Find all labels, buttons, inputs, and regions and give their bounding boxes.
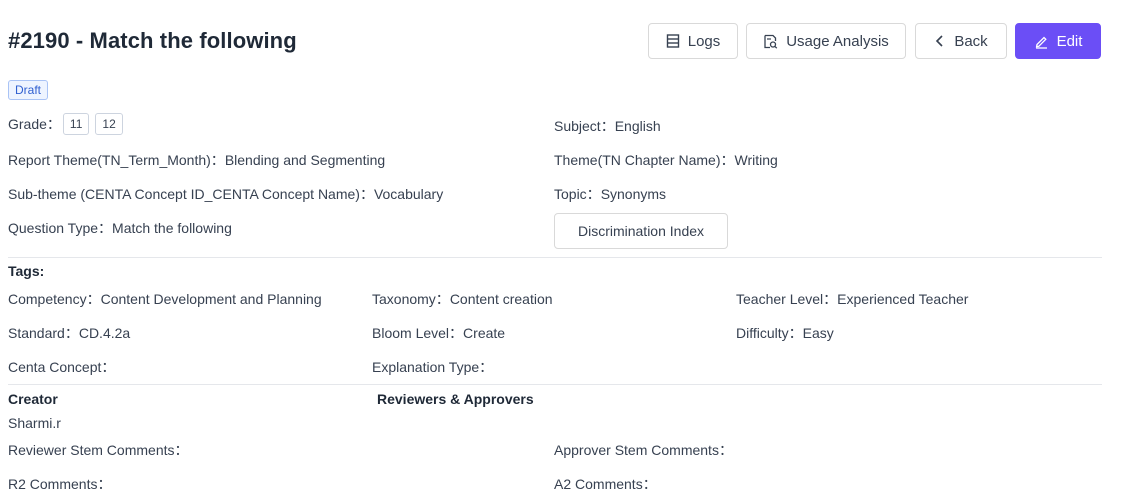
approver-stem-comments-label: Approver Stem Comments： [554, 442, 733, 458]
edit-pen-icon [1035, 36, 1047, 49]
grade-row: Grade： 11 12 [8, 113, 123, 135]
taxonomy-label: Taxonomy： [372, 291, 450, 307]
teacher-level-row: Teacher Level：Experienced Teacher [736, 289, 968, 309]
subject-label: Subject： [554, 118, 615, 134]
report-theme-value: Blending and Segmenting [224, 152, 386, 168]
report-theme-row: Report Theme(TN_Term_Month)：Blending and… [8, 150, 385, 170]
theme-label: Theme(TN Chapter Name)： [554, 152, 735, 168]
chevron-left-icon [936, 35, 943, 47]
subtheme-label: Sub-theme (CENTA Concept ID_CENTA Concep… [8, 186, 374, 202]
question-type-label: Question Type： [8, 220, 113, 236]
centa-concept-label: Centa Concept： [8, 359, 116, 375]
divider [8, 257, 1102, 258]
difficulty-label: Difficulty： [736, 325, 803, 341]
teacher-level-label: Teacher Level： [736, 291, 838, 307]
logs-icon [666, 34, 679, 48]
topic-row: Topic：Synonyms [554, 184, 666, 204]
divider [8, 384, 1102, 385]
bloom-level-value: Create [463, 325, 506, 341]
creator-heading: Creator [8, 391, 58, 407]
usage-analysis-label: Usage Analysis [786, 32, 889, 50]
r2-comments-label: R2 Comments： [8, 476, 112, 489]
discrimination-index-button[interactable]: Discrimination Index [554, 213, 728, 249]
creator-name: Sharmi.r [8, 415, 61, 431]
explanation-type-label: Explanation Type： [372, 359, 494, 375]
grade-chip: 11 [62, 113, 90, 135]
a2-comments-label: A2 Comments： [554, 476, 657, 489]
difficulty-row: Difficulty：Easy [736, 323, 834, 343]
question-type-row: Question Type：Match the following [8, 218, 232, 238]
standard-row: Standard：CD.4.2a [8, 323, 130, 343]
bloom-level-row: Bloom Level：Create [372, 323, 505, 343]
usage-analysis-button[interactable]: Usage Analysis [746, 23, 906, 59]
usage-analysis-icon [764, 34, 778, 49]
edit-button[interactable]: Edit [1015, 23, 1101, 59]
grade-label: Grade： [8, 116, 61, 132]
teacher-level-value: Experienced Teacher [837, 291, 969, 307]
bloom-level-label: Bloom Level： [372, 325, 464, 341]
reviewer-stem-comments-label: Reviewer Stem Comments： [8, 442, 189, 458]
subject-row: Subject：English [554, 116, 661, 136]
back-button[interactable]: Back [915, 23, 1007, 59]
explanation-type-row: Explanation Type： [372, 357, 493, 377]
standard-label: Standard： [8, 325, 79, 341]
grade-chip: 12 [95, 113, 123, 135]
standard-value: CD.4.2a [78, 325, 131, 341]
logs-button[interactable]: Logs [648, 23, 738, 59]
status-badge: Draft [8, 80, 49, 100]
competency-value: Content Development and Planning [100, 291, 322, 307]
centa-concept-row: Centa Concept： [8, 357, 115, 377]
competency-row: Competency：Content Development and Plann… [8, 289, 322, 309]
taxonomy-value: Content creation [449, 291, 553, 307]
theme-row: Theme(TN Chapter Name)：Writing [554, 150, 778, 170]
theme-value: Writing [734, 152, 778, 168]
edit-label: Edit [1056, 32, 1083, 50]
difficulty-value: Easy [802, 325, 834, 341]
report-theme-label: Report Theme(TN_Term_Month)： [8, 152, 225, 168]
taxonomy-row: Taxonomy：Content creation [372, 289, 553, 309]
topic-label: Topic： [554, 186, 601, 202]
subject-value: English [614, 118, 661, 134]
topic-value: Synonyms [600, 186, 667, 202]
page-header: #2190 - Match the following Logs Usage A… [0, 22, 1124, 62]
tags-heading: Tags: [8, 263, 45, 279]
subtheme-row: Sub-theme (CENTA Concept ID_CENTA Concep… [8, 184, 443, 204]
back-label: Back [954, 32, 988, 50]
reviewers-approvers-heading: Reviewers & Approvers [377, 391, 534, 407]
subtheme-value: Vocabulary [373, 186, 444, 202]
page-title: #2190 - Match the following [8, 28, 297, 53]
logs-label: Logs [687, 32, 721, 50]
competency-label: Competency： [8, 291, 101, 307]
question-type-value: Match the following [112, 220, 232, 236]
